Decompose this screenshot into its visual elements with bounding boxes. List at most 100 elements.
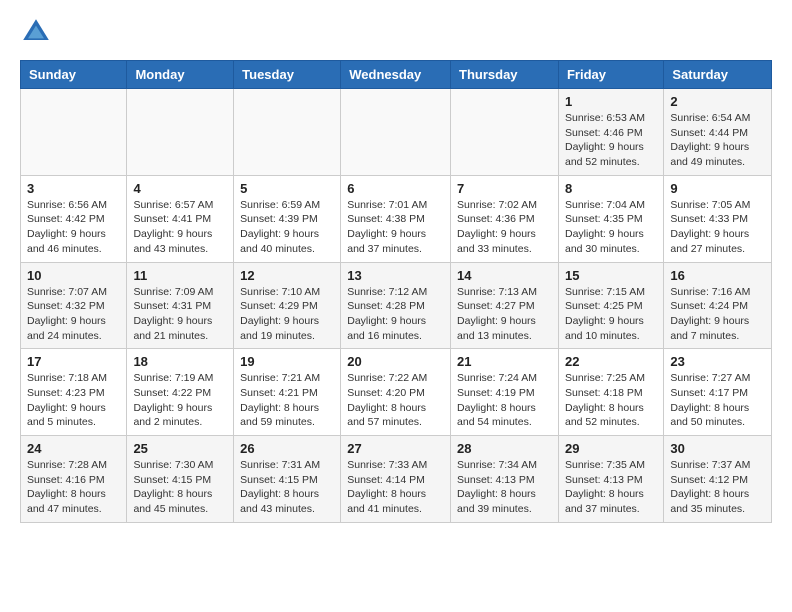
day-cell bbox=[234, 89, 341, 176]
day-cell: 12 Sunrise: 7:10 AM Sunset: 4:29 PM Dayli… bbox=[234, 262, 341, 349]
day-info: Sunrise: 7:09 AM Sunset: 4:31 PM Dayligh… bbox=[133, 285, 227, 344]
day-cell: 16Sunrise: 7:16 AM Sunset: 4:24 PM Dayli… bbox=[664, 262, 772, 349]
day-number: 10 bbox=[27, 268, 120, 283]
day-number: 6 bbox=[347, 181, 444, 196]
day-cell: 6 Sunrise: 7:01 AM Sunset: 4:38 PM Daylig… bbox=[341, 175, 451, 262]
day-number: 27 bbox=[347, 441, 444, 456]
header-sunday: Sunday bbox=[21, 61, 127, 89]
day-info: Sunrise: 7:24 AM Sunset: 4:19 PM Dayligh… bbox=[457, 371, 552, 430]
day-cell: 28 Sunrise: 7:34 AM Sunset: 4:13 PM Dayli… bbox=[451, 436, 559, 523]
day-info: Sunrise: 6:57 AM Sunset: 4:41 PM Dayligh… bbox=[133, 198, 227, 257]
day-cell bbox=[127, 89, 234, 176]
day-info: Sunrise: 7:10 AM Sunset: 4:29 PM Dayligh… bbox=[240, 285, 334, 344]
day-cell: 4 Sunrise: 6:57 AM Sunset: 4:41 PM Daylig… bbox=[127, 175, 234, 262]
header-saturday: Saturday bbox=[664, 61, 772, 89]
day-info: Sunrise: 6:53 AM Sunset: 4:46 PM Dayligh… bbox=[565, 111, 657, 170]
day-info: Sunrise: 6:54 AM Sunset: 4:44 PM Dayligh… bbox=[670, 111, 765, 170]
day-info: Sunrise: 7:13 AM Sunset: 4:27 PM Dayligh… bbox=[457, 285, 552, 344]
day-cell: 20Sunrise: 7:22 AM Sunset: 4:20 PM Dayli… bbox=[341, 349, 451, 436]
day-cell: 9 Sunrise: 7:05 AM Sunset: 4:33 PM Daylig… bbox=[664, 175, 772, 262]
day-number: 30 bbox=[670, 441, 765, 456]
day-number: 4 bbox=[133, 181, 227, 196]
day-info: Sunrise: 7:22 AM Sunset: 4:20 PM Dayligh… bbox=[347, 371, 444, 430]
day-info: Sunrise: 7:31 AM Sunset: 4:15 PM Dayligh… bbox=[240, 458, 334, 517]
day-cell bbox=[341, 89, 451, 176]
week-row-3: 10 Sunrise: 7:07 AM Sunset: 4:32 PM Dayli… bbox=[21, 262, 772, 349]
day-cell: 7Sunrise: 7:02 AM Sunset: 4:36 PM Daylig… bbox=[451, 175, 559, 262]
day-cell: 10 Sunrise: 7:07 AM Sunset: 4:32 PM Dayli… bbox=[21, 262, 127, 349]
day-number: 1 bbox=[565, 94, 657, 109]
day-cell: 26 Sunrise: 7:31 AM Sunset: 4:15 PM Dayli… bbox=[234, 436, 341, 523]
week-row-5: 24Sunrise: 7:28 AM Sunset: 4:16 PM Dayli… bbox=[21, 436, 772, 523]
day-info: Sunrise: 7:30 AM Sunset: 4:15 PM Dayligh… bbox=[133, 458, 227, 517]
calendar-body: 1 Sunrise: 6:53 AM Sunset: 4:46 PM Daylig… bbox=[21, 89, 772, 523]
header-thursday: Thursday bbox=[451, 61, 559, 89]
day-number: 3 bbox=[27, 181, 120, 196]
day-number: 16 bbox=[670, 268, 765, 283]
header-monday: Monday bbox=[127, 61, 234, 89]
day-info: Sunrise: 7:18 AM Sunset: 4:23 PM Dayligh… bbox=[27, 371, 120, 430]
day-number: 22 bbox=[565, 354, 657, 369]
day-number: 28 bbox=[457, 441, 552, 456]
day-info: Sunrise: 7:12 AM Sunset: 4:28 PM Dayligh… bbox=[347, 285, 444, 344]
day-cell: 19 Sunrise: 7:21 AM Sunset: 4:21 PM Dayli… bbox=[234, 349, 341, 436]
day-number: 21 bbox=[457, 354, 552, 369]
day-cell: 5 Sunrise: 6:59 AM Sunset: 4:39 PM Daylig… bbox=[234, 175, 341, 262]
header-row: SundayMondayTuesdayWednesdayThursdayFrid… bbox=[21, 61, 772, 89]
day-info: Sunrise: 6:56 AM Sunset: 4:42 PM Dayligh… bbox=[27, 198, 120, 257]
header bbox=[20, 16, 772, 48]
day-number: 24 bbox=[27, 441, 120, 456]
day-number: 9 bbox=[670, 181, 765, 196]
day-cell: 14 Sunrise: 7:13 AM Sunset: 4:27 PM Dayli… bbox=[451, 262, 559, 349]
day-number: 15 bbox=[565, 268, 657, 283]
day-cell: 25 Sunrise: 7:30 AM Sunset: 4:15 PM Dayli… bbox=[127, 436, 234, 523]
day-number: 25 bbox=[133, 441, 227, 456]
day-cell: 30 Sunrise: 7:37 AM Sunset: 4:12 PM Dayli… bbox=[664, 436, 772, 523]
day-info: Sunrise: 7:19 AM Sunset: 4:22 PM Dayligh… bbox=[133, 371, 227, 430]
day-info: Sunrise: 7:37 AM Sunset: 4:12 PM Dayligh… bbox=[670, 458, 765, 517]
day-cell: 29Sunrise: 7:35 AM Sunset: 4:13 PM Dayli… bbox=[558, 436, 663, 523]
day-info: Sunrise: 6:59 AM Sunset: 4:39 PM Dayligh… bbox=[240, 198, 334, 257]
header-tuesday: Tuesday bbox=[234, 61, 341, 89]
day-number: 23 bbox=[670, 354, 765, 369]
day-cell: 23Sunrise: 7:27 AM Sunset: 4:17 PM Dayli… bbox=[664, 349, 772, 436]
day-number: 12 bbox=[240, 268, 334, 283]
day-number: 18 bbox=[133, 354, 227, 369]
day-number: 14 bbox=[457, 268, 552, 283]
day-cell: 17Sunrise: 7:18 AM Sunset: 4:23 PM Dayli… bbox=[21, 349, 127, 436]
day-info: Sunrise: 7:33 AM Sunset: 4:14 PM Dayligh… bbox=[347, 458, 444, 517]
day-info: Sunrise: 7:15 AM Sunset: 4:25 PM Dayligh… bbox=[565, 285, 657, 344]
day-info: Sunrise: 7:07 AM Sunset: 4:32 PM Dayligh… bbox=[27, 285, 120, 344]
day-number: 8 bbox=[565, 181, 657, 196]
header-friday: Friday bbox=[558, 61, 663, 89]
day-cell: 18 Sunrise: 7:19 AM Sunset: 4:22 PM Dayli… bbox=[127, 349, 234, 436]
day-number: 13 bbox=[347, 268, 444, 283]
day-cell: 21 Sunrise: 7:24 AM Sunset: 4:19 PM Dayli… bbox=[451, 349, 559, 436]
day-info: Sunrise: 7:05 AM Sunset: 4:33 PM Dayligh… bbox=[670, 198, 765, 257]
day-number: 2 bbox=[670, 94, 765, 109]
week-row-4: 17Sunrise: 7:18 AM Sunset: 4:23 PM Dayli… bbox=[21, 349, 772, 436]
day-info: Sunrise: 7:02 AM Sunset: 4:36 PM Dayligh… bbox=[457, 198, 552, 257]
day-info: Sunrise: 7:35 AM Sunset: 4:13 PM Dayligh… bbox=[565, 458, 657, 517]
day-cell: 3 Sunrise: 6:56 AM Sunset: 4:42 PM Daylig… bbox=[21, 175, 127, 262]
day-info: Sunrise: 7:04 AM Sunset: 4:35 PM Dayligh… bbox=[565, 198, 657, 257]
day-number: 19 bbox=[240, 354, 334, 369]
day-info: Sunrise: 7:01 AM Sunset: 4:38 PM Dayligh… bbox=[347, 198, 444, 257]
day-info: Sunrise: 7:34 AM Sunset: 4:13 PM Dayligh… bbox=[457, 458, 552, 517]
day-cell: 15 Sunrise: 7:15 AM Sunset: 4:25 PM Dayli… bbox=[558, 262, 663, 349]
calendar-table: SundayMondayTuesdayWednesdayThursdayFrid… bbox=[20, 60, 772, 523]
calendar-header: SundayMondayTuesdayWednesdayThursdayFrid… bbox=[21, 61, 772, 89]
day-cell: 24Sunrise: 7:28 AM Sunset: 4:16 PM Dayli… bbox=[21, 436, 127, 523]
day-cell: 1 Sunrise: 6:53 AM Sunset: 4:46 PM Daylig… bbox=[558, 89, 663, 176]
day-number: 11 bbox=[133, 268, 227, 283]
page: SundayMondayTuesdayWednesdayThursdayFrid… bbox=[0, 0, 792, 543]
day-cell: 8 Sunrise: 7:04 AM Sunset: 4:35 PM Daylig… bbox=[558, 175, 663, 262]
logo bbox=[20, 16, 56, 48]
day-cell: 27 Sunrise: 7:33 AM Sunset: 4:14 PM Dayli… bbox=[341, 436, 451, 523]
day-number: 26 bbox=[240, 441, 334, 456]
day-info: Sunrise: 7:25 AM Sunset: 4:18 PM Dayligh… bbox=[565, 371, 657, 430]
day-info: Sunrise: 7:21 AM Sunset: 4:21 PM Dayligh… bbox=[240, 371, 334, 430]
day-cell bbox=[21, 89, 127, 176]
day-cell: 13 Sunrise: 7:12 AM Sunset: 4:28 PM Dayli… bbox=[341, 262, 451, 349]
day-number: 5 bbox=[240, 181, 334, 196]
